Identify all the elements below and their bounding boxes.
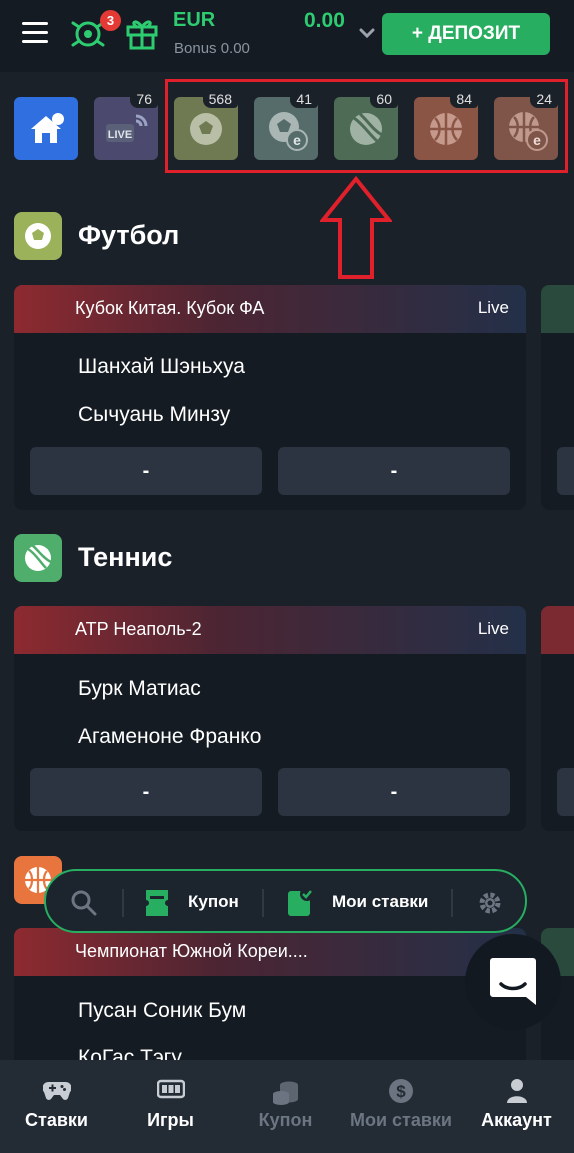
slot-machine-icon — [157, 1079, 185, 1099]
nav-bets[interactable]: Ставки — [0, 1060, 113, 1153]
gear-icon[interactable] — [477, 890, 503, 916]
nav-my-bets[interactable]: $ Мои ставки — [343, 1060, 459, 1153]
nav-label: Купон — [258, 1110, 313, 1130]
team-home: Пусан Соник Бум — [78, 999, 247, 1022]
menu-icon[interactable] — [22, 22, 48, 44]
odd-button-2[interactable]: - — [278, 447, 510, 495]
up-arrow-annotation — [320, 176, 392, 279]
next-match-card[interactable] — [541, 606, 574, 831]
sport-tile-home[interactable] — [14, 97, 78, 160]
card-header: Чемпионат Южной Кореи.... — [14, 928, 526, 976]
nav-games[interactable]: Игры — [113, 1060, 228, 1153]
highlight-box — [165, 79, 568, 173]
section-title: Футбол — [78, 220, 180, 250]
notification-badge: 3 — [100, 10, 121, 31]
team-home: Шанхай Шэньхуа — [78, 355, 245, 378]
my-bets-icon[interactable] — [286, 886, 314, 918]
coupon-button[interactable]: Купон — [188, 892, 239, 912]
coupon-icon[interactable] — [144, 888, 170, 918]
odd-button-1[interactable]: - — [30, 768, 262, 816]
svg-text:LIVE: LIVE — [108, 129, 132, 141]
football-icon — [14, 212, 62, 260]
top-header: 3 EUR Bonus 0.00 0.00 + ДЕПОЗИТ — [0, 0, 574, 72]
search-icon[interactable] — [70, 889, 98, 917]
sport-tile-live[interactable]: 76 LIVE — [94, 90, 158, 160]
nav-account[interactable]: Аккаунт — [459, 1060, 574, 1153]
nav-label: Аккаунт — [481, 1110, 552, 1130]
tennis-icon — [14, 534, 62, 582]
deposit-button[interactable]: + ДЕПОЗИТ — [382, 13, 550, 55]
nav-label: Мои ставки — [349, 1110, 453, 1130]
coins-icon — [273, 1081, 298, 1105]
odd-button-1[interactable]: - — [30, 447, 262, 495]
card-header: ATP Неаполь-2 Live — [14, 606, 526, 654]
chat-icon — [490, 958, 536, 1005]
floating-toolbar: Купон Мои ставки — [44, 869, 527, 933]
bottom-nav: Ставки Игры Купон $ Мои ставки Аккаунт — [0, 1060, 574, 1153]
live-icon: LIVE — [106, 114, 148, 142]
currency-label[interactable]: EUR — [173, 9, 215, 32]
team-away: Сычуань Минзу — [78, 403, 231, 426]
section-title: Теннис — [78, 542, 173, 572]
league-name: ATP Неаполь-2 — [75, 619, 202, 639]
nav-coupon[interactable]: Купон — [228, 1060, 343, 1153]
nav-label: Игры — [147, 1110, 194, 1130]
next-match-card[interactable] — [541, 285, 574, 510]
chevron-down-icon[interactable] — [358, 26, 376, 40]
sport-count: 76 — [130, 90, 158, 108]
card-header: Кубок Китая. Кубок ФА Live — [14, 285, 526, 333]
home-icon — [31, 113, 64, 143]
my-bets-button[interactable]: Мои ставки — [332, 892, 428, 912]
match-card[interactable]: ATP Неаполь-2 Live Бурк Матиас Агаменоне… — [14, 606, 526, 831]
dollar-icon: $ — [389, 1079, 413, 1103]
bonus-balance: Bonus 0.00 — [174, 40, 250, 57]
match-card[interactable]: Чемпионат Южной Кореи.... Пусан Соник Бу… — [14, 928, 526, 1068]
balance-value[interactable]: 0.00 — [304, 9, 345, 33]
team-home: Бурк Матиас — [78, 677, 201, 700]
live-badge: Live — [477, 619, 509, 638]
league-name: Чемпионат Южной Кореи.... — [75, 941, 308, 961]
gift-icon[interactable] — [124, 15, 160, 51]
live-badge: Live — [477, 298, 509, 317]
user-icon — [507, 1079, 527, 1103]
odd-button-2[interactable]: - — [278, 768, 510, 816]
nav-label: Ставки — [25, 1110, 88, 1130]
match-card[interactable]: Кубок Китая. Кубок ФА Live Шанхай Шэньху… — [14, 285, 526, 510]
league-name: Кубок Китая. Кубок ФА — [75, 298, 265, 318]
chat-button[interactable] — [465, 934, 561, 1030]
svg-text:$: $ — [396, 1082, 406, 1101]
team-away: Агаменоне Франко — [78, 725, 262, 748]
gamepad-icon — [43, 1081, 71, 1100]
